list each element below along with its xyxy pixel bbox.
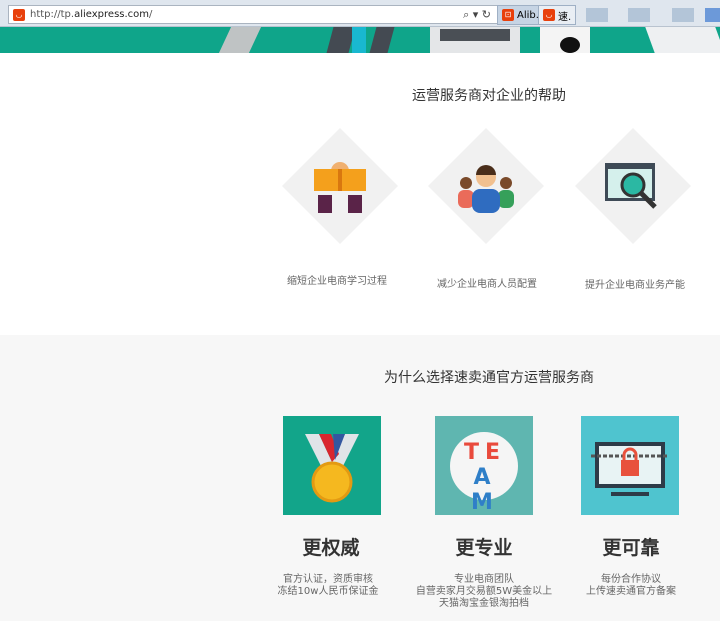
description-line: 每份合作协议 (601, 574, 661, 585)
team-letters: TEAM (463, 440, 507, 515)
reason-heading: 更可靠 (602, 537, 660, 559)
tab-blurred[interactable] (628, 8, 650, 22)
search-refresh-icons[interactable]: ⌕ ▾ ↻ (463, 8, 491, 22)
alibaba-favicon: ⊡ (502, 9, 514, 21)
browser-toolbar: ◡ http://tp. aliexpress.com / ⌕ ▾ ↻ ⊡ Alib.… (0, 0, 720, 27)
lock-screen-icon (581, 416, 679, 515)
aliexpress-favicon: ◡ (13, 8, 25, 21)
hero-banner (0, 27, 720, 53)
aliexpress-favicon: ◡ (543, 9, 555, 21)
book-reader-icon (314, 162, 366, 213)
address-bar[interactable]: ◡ http://tp. aliexpress.com / ⌕ ▾ ↻ (8, 5, 498, 24)
tab-blurred[interactable] (586, 8, 608, 22)
url-prefix: http://tp. (30, 9, 75, 20)
reason-heading: 更权威 (302, 537, 360, 559)
team-people-icon (458, 165, 514, 213)
tab-blurred[interactable] (705, 8, 720, 22)
benefit-label: 缩短企业电商学习过程 (287, 276, 387, 287)
reason-heading: 更专业 (455, 537, 513, 559)
chart-magnifier-icon (605, 163, 657, 209)
tab-aliexpress[interactable]: ◡ 速. (538, 5, 577, 25)
medal-icon (283, 416, 381, 515)
tab-blurred[interactable] (672, 8, 694, 22)
tab-label: 速. (558, 11, 572, 23)
benefit-label: 提升企业电商业务产能 (585, 280, 685, 291)
description-line: 官方认证，资质审核 (283, 574, 373, 585)
section-title-why: 为什么选择速卖通官方运营服务商 (384, 370, 594, 386)
description-line: 天猫淘宝金银淘拍档 (439, 598, 529, 609)
description-line: 冻结10w人民币保证金 (277, 586, 379, 597)
url-suffix: / (149, 9, 153, 20)
reason-description: 每份合作协议 上传速卖通官方备案 (541, 574, 720, 598)
section-title-help: 运营服务商对企业的帮助 (412, 88, 566, 104)
reason-description: 官方认证，资质审核 冻结10w人民币保证金 (238, 574, 418, 598)
description-line: 上传速卖通官方备案 (586, 586, 676, 597)
benefit-label: 减少企业电商人员配置 (437, 279, 537, 290)
url-domain: aliexpress.com (74, 9, 150, 20)
